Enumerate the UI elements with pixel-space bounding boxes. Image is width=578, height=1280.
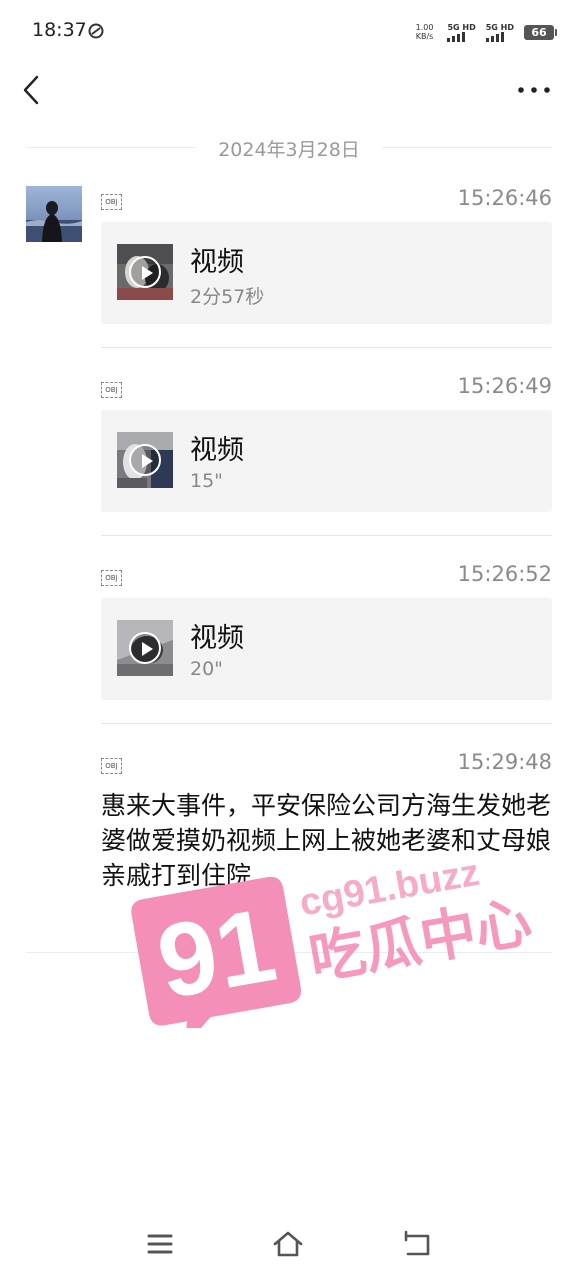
message-text: OBJ 15:29:48 惠来大事件，平安保险公司方海生发她老婆做爱摸奶视频上网… bbox=[101, 750, 552, 910]
video-title: 视频 bbox=[190, 435, 244, 466]
status-indicators: 1.00 KB/s 5G HD 5G HD 66 bbox=[416, 20, 557, 44]
message-time: 15:26:46 bbox=[457, 186, 552, 210]
video-thumbnail bbox=[117, 244, 173, 300]
divider bbox=[26, 952, 552, 953]
app-notification-icon bbox=[88, 23, 104, 39]
message-video: OBJ 15:26:49 视频 15" bbox=[101, 374, 552, 536]
play-icon bbox=[129, 256, 161, 288]
return-icon[interactable] bbox=[402, 1228, 434, 1260]
message-body[interactable]: 惠来大事件，平安保险公司方海生发她老婆做爱摸奶视频上网上被她老婆和丈母娘亲戚打到… bbox=[101, 788, 552, 893]
video-title: 视频 bbox=[190, 623, 244, 654]
net-speed: 1.00 KB/s bbox=[416, 23, 434, 41]
divider bbox=[101, 723, 552, 724]
divider bbox=[382, 147, 552, 148]
video-card[interactable]: 视频 2分57秒 bbox=[101, 222, 552, 324]
net-speed-value: 1.00 bbox=[415, 23, 434, 32]
status-time: 18:37 bbox=[32, 19, 87, 41]
obj-placeholder-icon: OBJ bbox=[101, 570, 122, 586]
video-thumbnail bbox=[117, 620, 173, 676]
sim2-label: 5G HD bbox=[485, 22, 514, 32]
message-time: 15:29:48 bbox=[457, 750, 552, 774]
date-label: 2024年3月28日 bbox=[218, 139, 360, 161]
chevron-left-icon[interactable] bbox=[18, 72, 48, 108]
video-thumbnail bbox=[117, 432, 173, 488]
avatar[interactable] bbox=[26, 186, 82, 242]
sim1-signal: 5G HD bbox=[447, 22, 476, 42]
video-card[interactable]: 视频 20" bbox=[101, 598, 552, 700]
battery-icon: 66 bbox=[524, 24, 557, 40]
video-duration: 15" bbox=[190, 470, 223, 492]
video-duration: 2分57秒 bbox=[190, 286, 265, 308]
sim1-label: 5G HD bbox=[447, 22, 476, 32]
sim2-signal: 5G HD bbox=[485, 22, 514, 42]
message-time: 15:26:49 bbox=[457, 374, 552, 398]
play-icon bbox=[129, 632, 161, 664]
more-horizontal-icon[interactable] bbox=[516, 80, 552, 100]
video-card[interactable]: 视频 15" bbox=[101, 410, 552, 512]
battery-level: 66 bbox=[531, 25, 547, 39]
obj-placeholder-icon: OBJ bbox=[101, 382, 122, 398]
system-navigation-bar bbox=[0, 1220, 578, 1270]
signal-bars-icon bbox=[447, 31, 466, 42]
obj-placeholder-icon: OBJ bbox=[101, 194, 122, 210]
signal-bars-icon bbox=[485, 31, 504, 42]
divider bbox=[101, 535, 552, 536]
status-bar: 18:37 1.00 KB/s 5G HD 5G HD 66 bbox=[0, 0, 578, 62]
obj-placeholder-icon: OBJ bbox=[101, 758, 122, 774]
message-video: OBJ 15:26:52 视频 20" bbox=[101, 562, 552, 724]
net-speed-unit: KB/s bbox=[415, 32, 434, 41]
home-icon[interactable] bbox=[272, 1228, 304, 1260]
menu-icon[interactable] bbox=[144, 1228, 176, 1260]
video-duration: 20" bbox=[190, 658, 223, 680]
divider bbox=[101, 347, 552, 348]
play-icon bbox=[129, 444, 161, 476]
video-title: 视频 bbox=[190, 247, 244, 278]
date-separator: 2024年3月28日 bbox=[26, 132, 552, 162]
message-video: OBJ 15:26:46 视频 2分57秒 bbox=[101, 186, 552, 348]
message-time: 15:26:52 bbox=[457, 562, 552, 586]
